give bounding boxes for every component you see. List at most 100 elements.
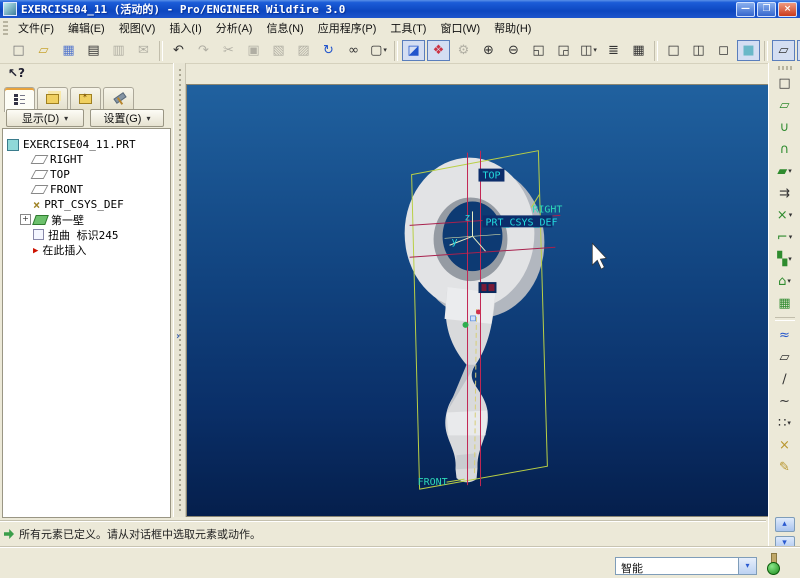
wall-options-tool[interactable]: ▰▾ bbox=[773, 160, 797, 182]
save-button[interactable]: ▦ bbox=[57, 40, 80, 61]
extrude-tool[interactable]: □ bbox=[773, 72, 797, 94]
form-tool[interactable]: ⌂▾ bbox=[773, 270, 797, 292]
layers-button[interactable]: ≣ bbox=[602, 40, 625, 61]
dropdown-caret[interactable]: ▾ bbox=[789, 228, 793, 247]
filter-bar: 智能 ▾ bbox=[0, 546, 800, 578]
connections-tab[interactable] bbox=[103, 87, 134, 110]
zoom-out-button[interactable]: ⊖ bbox=[502, 40, 525, 61]
dropdown-caret[interactable]: ▾ bbox=[788, 250, 792, 269]
expand-toggle[interactable]: + bbox=[20, 214, 31, 225]
wireframe-button[interactable]: □ bbox=[662, 40, 685, 61]
spin-center-button: ⚙ bbox=[452, 40, 475, 61]
mouse-cursor-icon bbox=[592, 243, 606, 269]
saved-views-button[interactable]: ◫▾ bbox=[577, 40, 600, 61]
navigator-sash[interactable]: › bbox=[173, 63, 186, 517]
tree-item-part[interactable]: EXERCISE04_11.PRT bbox=[3, 137, 170, 152]
tree-item-top[interactable]: TOP bbox=[3, 167, 170, 182]
blend-wall-tool[interactable]: ∩ bbox=[773, 138, 797, 160]
tree-item-first-wall[interactable]: + 第一壁 bbox=[3, 212, 170, 227]
scroll-up-button[interactable]: ▴ bbox=[775, 517, 795, 532]
feature-toolbar: □▱∪∩▰▾⇉×▾⌐▾▚▾⌂▾▦≈▱∕~∷▾×✎ ▴ ▾ bbox=[768, 63, 800, 555]
menu-info[interactable]: 信息(N) bbox=[259, 18, 310, 38]
menu-window[interactable]: 窗口(W) bbox=[433, 18, 487, 38]
flat-pattern-tool[interactable]: ▦ bbox=[773, 292, 797, 314]
find-button[interactable]: ∞ bbox=[342, 40, 365, 61]
tree-item-csys[interactable]: PRT_CSYS_DEF bbox=[3, 197, 170, 212]
paste-button: ▧ bbox=[267, 40, 290, 61]
csys-tool[interactable]: × bbox=[773, 434, 797, 456]
front-label[interactable]: FRONT bbox=[418, 477, 448, 488]
rip-tool[interactable]: ⇉ bbox=[773, 182, 797, 204]
refit-button[interactable]: ◱ bbox=[527, 40, 550, 61]
bend-tool[interactable]: ×▾ bbox=[773, 204, 797, 226]
tree-item-right[interactable]: RIGHT bbox=[3, 152, 170, 167]
status-bar: 所有元素已定义。请从对话框中选取元素或动作。 bbox=[0, 520, 766, 547]
datum-point-tool[interactable]: ∷▾ bbox=[773, 412, 797, 434]
view-manager-button[interactable]: ▦ bbox=[627, 40, 650, 61]
redo-button: ↷ bbox=[192, 40, 215, 61]
display-dropdown-button[interactable]: 显示(D)▾ bbox=[6, 109, 84, 127]
selection-filter-value: 智能 bbox=[616, 558, 738, 574]
plane-icon bbox=[31, 155, 49, 164]
sash-collapse-icon[interactable]: › bbox=[176, 331, 180, 342]
menu-analysis[interactable]: 分析(A) bbox=[209, 18, 260, 38]
menu-insert[interactable]: 插入(I) bbox=[162, 18, 208, 38]
toolbar-grip bbox=[778, 66, 792, 70]
top-label[interactable]: TOP bbox=[482, 171, 500, 182]
axis-y-label: y bbox=[452, 236, 458, 247]
flat-wall-tool[interactable]: ▱ bbox=[773, 94, 797, 116]
menu-edit[interactable]: 编辑(E) bbox=[61, 18, 112, 38]
menu-tools[interactable]: 工具(T) bbox=[383, 18, 433, 38]
undo-button[interactable]: ↶ bbox=[167, 40, 190, 61]
datum-plane-tool[interactable]: ▱ bbox=[773, 346, 797, 368]
chevron-down-icon[interactable]: ▾ bbox=[738, 558, 756, 574]
dropdown-caret[interactable]: ▾ bbox=[593, 41, 597, 60]
menu-help[interactable]: 帮助(H) bbox=[487, 18, 538, 38]
unbend-tool[interactable]: ⌐▾ bbox=[773, 226, 797, 248]
menu-applications[interactable]: 应用程序(P) bbox=[311, 18, 384, 38]
close-button[interactable]: × bbox=[778, 2, 797, 17]
curve-tool[interactable]: ~ bbox=[773, 390, 797, 412]
no-hidden-button[interactable]: ◻ bbox=[712, 40, 735, 61]
csys-label[interactable]: PRT_CSYS_DEF bbox=[485, 217, 557, 228]
reorient-button[interactable]: ◲ bbox=[552, 40, 575, 61]
smart-pointer-button[interactable]: ❖ bbox=[427, 40, 450, 61]
menu-grip bbox=[3, 21, 8, 35]
context-help-icon[interactable]: ↖? bbox=[8, 66, 25, 80]
menu-file[interactable]: 文件(F) bbox=[11, 18, 61, 38]
settings-dropdown-button[interactable]: 设置(G)▾ bbox=[90, 109, 164, 127]
dropdown-caret[interactable]: ▾ bbox=[787, 272, 791, 291]
dropdown-caret[interactable]: ▾ bbox=[383, 41, 387, 60]
tree-item-twist[interactable]: 扭曲 标识245 bbox=[3, 227, 170, 242]
tree-item-front[interactable]: FRONT bbox=[3, 182, 170, 197]
new-file-button[interactable]: □ bbox=[7, 40, 30, 61]
folder-browser-tab[interactable] bbox=[37, 87, 68, 110]
sketch-tool[interactable]: ✎ bbox=[773, 456, 797, 478]
favorites-tab[interactable] bbox=[70, 87, 101, 110]
wall-icon bbox=[32, 215, 49, 225]
right-label[interactable]: RIGHT bbox=[532, 204, 562, 215]
select-items-button[interactable]: ▢▾ bbox=[367, 40, 390, 61]
graphics-viewport[interactable]: z y TOP RIGHT PRT_CSYS_DEF FRONT bbox=[186, 84, 768, 517]
zoom-in-button[interactable]: ⊕ bbox=[477, 40, 500, 61]
regenerate-button[interactable]: ↻ bbox=[317, 40, 340, 61]
pick-window-button[interactable]: ◪ bbox=[402, 40, 425, 61]
menu-view[interactable]: 视图(V) bbox=[112, 18, 163, 38]
app-icon bbox=[3, 2, 17, 16]
swept-wall-tool[interactable]: ∪ bbox=[773, 116, 797, 138]
corner-relief-tool[interactable]: ▚▾ bbox=[773, 248, 797, 270]
restore-button[interactable]: ❐ bbox=[757, 2, 776, 17]
hidden-line-button[interactable]: ◫ bbox=[687, 40, 710, 61]
sketched-curve-tool[interactable]: ≈ bbox=[773, 324, 797, 346]
print-button[interactable]: ▤ bbox=[82, 40, 105, 61]
dropdown-caret[interactable]: ▾ bbox=[787, 414, 791, 433]
shaded-button[interactable]: ■ bbox=[737, 40, 760, 61]
selection-filter-combobox[interactable]: 智能 ▾ bbox=[615, 557, 757, 575]
datum-plane-toggle[interactable]: ▱ bbox=[772, 40, 795, 61]
dropdown-caret[interactable]: ▾ bbox=[789, 206, 793, 225]
tree-item-insert-here[interactable]: 在此插入 bbox=[3, 242, 170, 257]
datum-axis-tool[interactable]: ∕ bbox=[773, 368, 797, 390]
minimize-button[interactable]: — bbox=[736, 2, 755, 17]
open-button[interactable]: ▱ bbox=[32, 40, 55, 61]
dropdown-caret[interactable]: ▾ bbox=[788, 162, 792, 181]
